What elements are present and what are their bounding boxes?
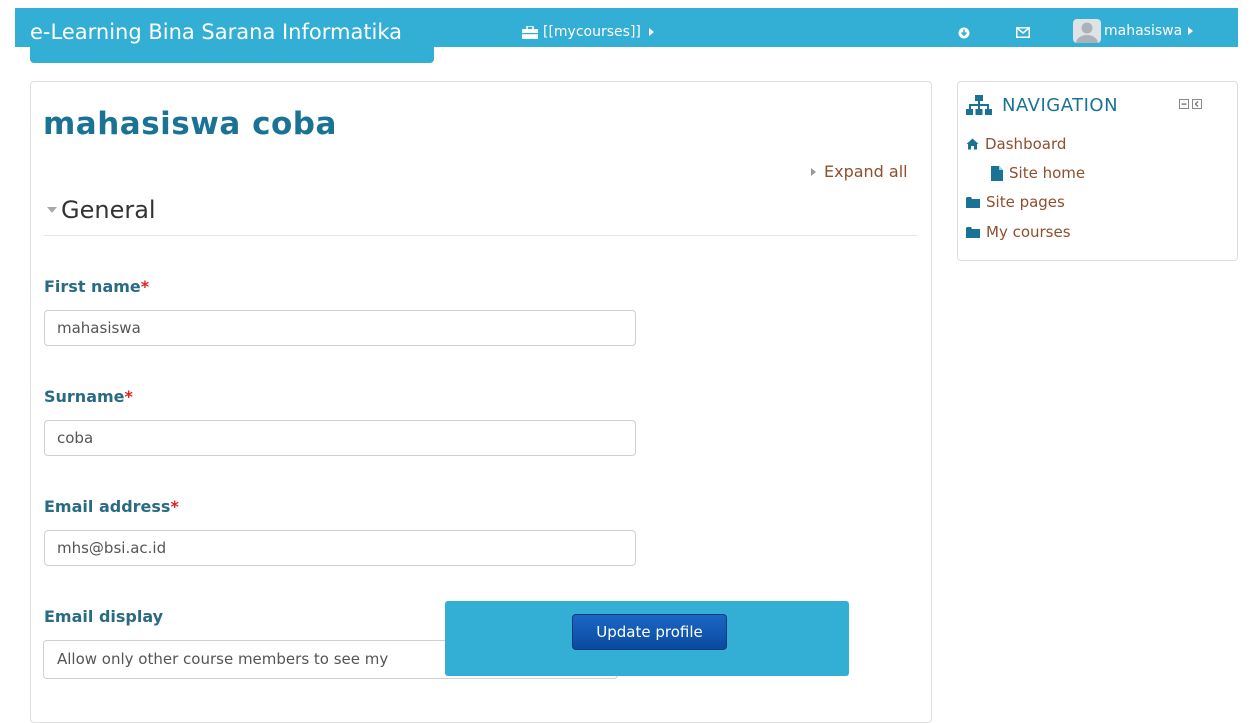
expand-all-label: Expand all (824, 162, 908, 181)
block-controls (1179, 99, 1202, 109)
mycourses-menu[interactable]: [[mycourses]] (522, 22, 654, 42)
caret-right-icon (811, 167, 816, 176)
email-label-text: Email address (44, 497, 171, 516)
folder-icon (966, 196, 980, 208)
nav-item-dashboard[interactable]: Dashboard (966, 135, 1066, 153)
briefcase-icon (522, 25, 538, 39)
first-name-label-text: First name (44, 277, 141, 296)
email-display-label: Email display (44, 607, 164, 626)
surname-label: Surname* (44, 387, 133, 406)
nav-item-label: Site pages (986, 193, 1065, 211)
first-name-label: First name* (44, 277, 149, 296)
nav-item-my-courses[interactable]: My courses (966, 223, 1071, 241)
avatar (1073, 19, 1101, 43)
required-mark: * (124, 387, 133, 406)
collapse-block-icon[interactable] (1179, 99, 1189, 109)
site-brand-link[interactable]: e-Learning Bina Sarana Informatika (30, 19, 402, 45)
nav-item-site-pages[interactable]: Site pages (966, 193, 1065, 211)
user-name: mahasiswa (1104, 23, 1183, 39)
caret-right-icon (648, 28, 654, 36)
nav-item-label: My courses (986, 223, 1071, 241)
caret-right-icon (1188, 27, 1194, 35)
navbar-tab-extension (30, 47, 434, 63)
caret-down-icon (47, 207, 57, 213)
home-icon (966, 138, 979, 150)
email-label: Email address* (44, 497, 179, 516)
download-icon[interactable] (958, 27, 970, 39)
section-general-label: General (61, 196, 156, 224)
section-divider (44, 235, 917, 236)
page-icon (991, 165, 1003, 181)
required-mark: * (140, 277, 150, 296)
surname-label-text: Surname (44, 387, 125, 406)
user-menu[interactable]: mahasiswa (1073, 19, 1194, 43)
first-name-field[interactable]: mahasiswa (44, 310, 636, 346)
sitemap-icon (966, 95, 992, 115)
mycourses-label: [[mycourses]] (543, 24, 641, 40)
navigation-title: NAVIGATION (1002, 95, 1119, 116)
surname-field[interactable]: coba (44, 420, 636, 456)
section-general-toggle[interactable]: General (47, 196, 156, 224)
dock-block-icon[interactable] (1192, 99, 1202, 109)
expand-all-link[interactable]: Expand all (811, 162, 908, 181)
required-mark: * (170, 497, 179, 516)
update-profile-button[interactable]: Update profile (572, 614, 727, 650)
nav-item-label: Dashboard (985, 135, 1067, 153)
nav-item-site-home[interactable]: Site home (991, 164, 1085, 182)
email-field[interactable]: mhs@bsi.ac.id (44, 530, 636, 566)
envelope-icon[interactable] (1016, 27, 1030, 38)
page-title: mahasiswa coba (43, 106, 337, 142)
nav-item-label: Site home (1009, 164, 1086, 182)
folder-icon (966, 226, 980, 238)
